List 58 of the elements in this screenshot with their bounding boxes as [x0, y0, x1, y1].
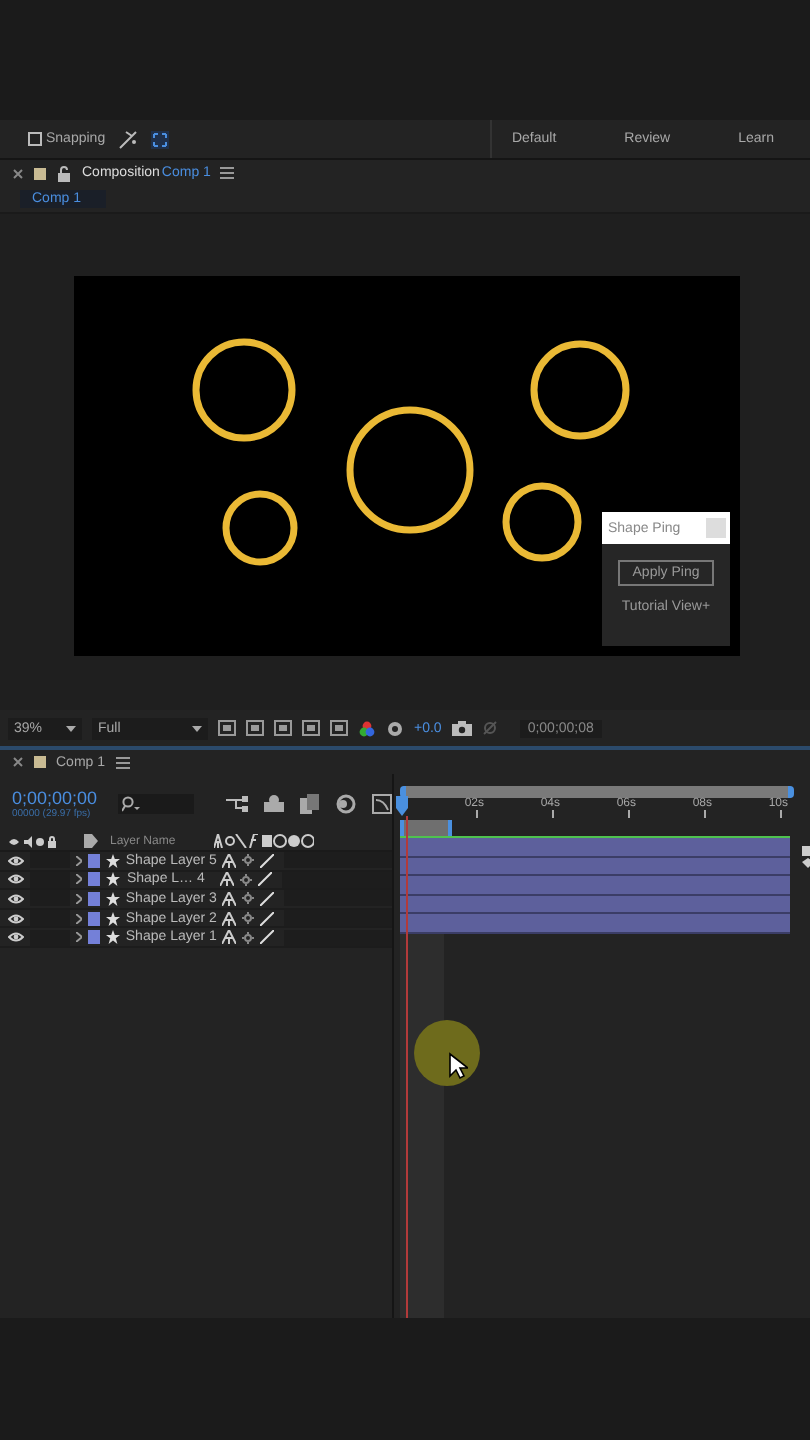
label-icon — [84, 834, 98, 848]
ring-shape — [530, 340, 630, 440]
av-features-icon — [8, 835, 56, 847]
menu-icon[interactable] — [115, 755, 130, 769]
ring-shape — [346, 406, 474, 534]
frame-blending-icon[interactable] — [300, 793, 320, 813]
collapse-switch-icon[interactable] — [240, 873, 253, 886]
cursor-icon — [448, 1052, 468, 1080]
visibility-icon[interactable] — [8, 930, 24, 945]
panel-color-swatch — [34, 756, 46, 768]
snap-edges-icon[interactable] — [117, 129, 138, 149]
shy-switch-icon[interactable] — [222, 891, 237, 906]
caret-icon — [192, 725, 202, 731]
collapse-switch-icon[interactable] — [242, 892, 255, 905]
star-icon — [105, 911, 120, 926]
visibility-icon[interactable] — [8, 891, 24, 906]
collapse-switch-icon[interactable] — [242, 931, 255, 944]
flowchart-icon[interactable] — [226, 795, 248, 811]
channel-icon[interactable] — [330, 720, 348, 736]
ring-shape — [192, 338, 296, 442]
search-icon — [122, 795, 140, 811]
shy-layers-icon[interactable] — [264, 794, 284, 812]
menu-icon[interactable] — [220, 166, 235, 180]
exposure-icon[interactable] — [386, 719, 404, 737]
ring-shape — [502, 482, 582, 562]
close-icon[interactable] — [12, 756, 24, 768]
caret-icon — [66, 725, 76, 731]
guides-icon[interactable] — [302, 720, 320, 736]
lock-icon[interactable] — [56, 165, 72, 181]
visibility-icon[interactable] — [8, 853, 24, 868]
timecode[interactable]: 0;00;00;00 — [12, 787, 102, 807]
star-icon — [105, 853, 120, 868]
motion-blur-icon[interactable] — [336, 793, 356, 813]
visibility-icon[interactable] — [8, 911, 24, 926]
color-channels-icon[interactable] — [358, 719, 376, 737]
switches-icon — [214, 834, 314, 848]
close-icon[interactable] — [12, 167, 24, 179]
panel-color-swatch — [34, 167, 46, 179]
camera-icon[interactable] — [451, 720, 472, 736]
region-icon[interactable] — [218, 720, 236, 736]
transparency-grid-icon[interactable] — [246, 720, 264, 736]
search-field[interactable] — [118, 793, 194, 813]
star-icon — [105, 930, 120, 945]
visibility-icon[interactable] — [8, 872, 24, 887]
shy-switch-icon[interactable] — [222, 930, 237, 945]
shy-switch-icon[interactable] — [220, 872, 235, 887]
star-icon — [106, 872, 121, 887]
graph-editor-icon[interactable] — [372, 793, 392, 813]
ring-shape — [222, 490, 298, 566]
star-icon — [105, 891, 120, 906]
snapping-checkbox[interactable] — [28, 132, 42, 146]
collapse-switch-icon[interactable] — [242, 912, 255, 925]
mask-icon[interactable] — [274, 720, 292, 736]
snap-features-icon[interactable] — [149, 129, 170, 149]
playhead-icon[interactable] — [396, 796, 408, 816]
shy-switch-icon[interactable] — [222, 911, 237, 926]
collapse-switch-icon[interactable] — [242, 854, 255, 867]
shy-switch-icon[interactable] — [222, 853, 237, 868]
